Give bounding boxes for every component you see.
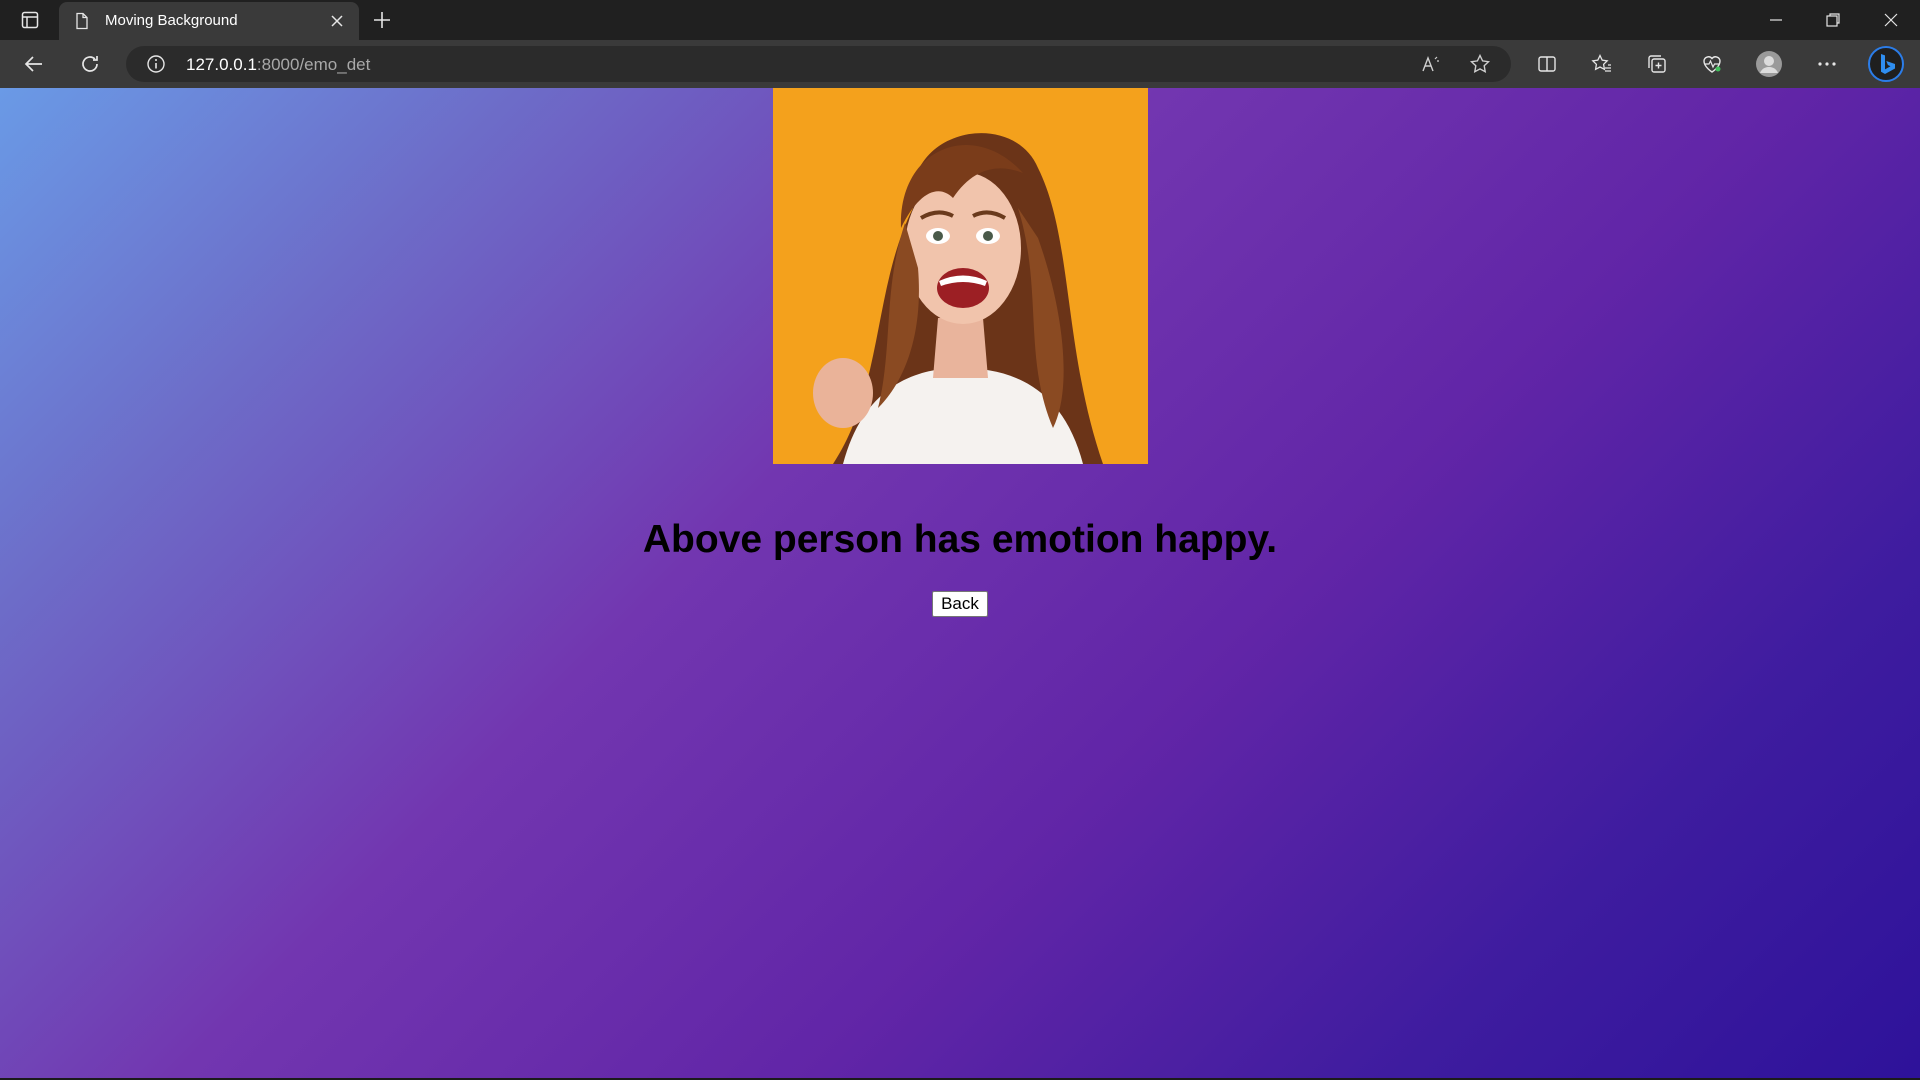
close-icon[interactable]	[327, 11, 347, 31]
restore-icon[interactable]	[1818, 6, 1848, 34]
tab-strip: Moving Background	[0, 0, 1920, 40]
collections-icon[interactable]	[1643, 50, 1671, 78]
back-icon[interactable]	[20, 50, 48, 78]
back-button[interactable]: Back	[932, 591, 988, 617]
url-text[interactable]: 127.0.0.1:8000/emo_det	[186, 55, 370, 75]
favorites-icon[interactable]	[1588, 50, 1616, 78]
read-aloud-icon[interactable]	[1420, 53, 1442, 75]
address-bar[interactable]: 127.0.0.1:8000/emo_det	[126, 46, 1511, 82]
page-icon	[73, 12, 91, 30]
bing-icon[interactable]	[1868, 46, 1904, 82]
profile-icon[interactable]	[1755, 50, 1783, 78]
plus-icon[interactable]	[370, 8, 394, 32]
browser-tab[interactable]: Moving Background	[59, 2, 359, 40]
browser-toolbar: 127.0.0.1:8000/emo_det	[0, 40, 1920, 88]
page-viewport: Above person has emotion happy. Back	[0, 88, 1920, 1078]
person-photo	[773, 88, 1148, 464]
more-icon[interactable]	[1813, 50, 1841, 78]
split-screen-icon[interactable]	[1533, 50, 1561, 78]
url-path: :8000/emo_det	[256, 55, 371, 74]
favorite-star-icon[interactable]	[1469, 53, 1491, 75]
minimize-icon[interactable]	[1761, 6, 1791, 34]
info-icon[interactable]	[146, 54, 166, 74]
tab-title: Moving Background	[105, 12, 238, 29]
window-close-icon[interactable]	[1876, 6, 1906, 34]
refresh-icon[interactable]	[76, 50, 104, 78]
url-host: 127.0.0.1	[186, 55, 257, 74]
browser-essentials-icon[interactable]	[1698, 50, 1726, 78]
tab-actions-icon[interactable]	[14, 8, 46, 32]
emotion-result-heading: Above person has emotion happy.	[642, 518, 1278, 561]
